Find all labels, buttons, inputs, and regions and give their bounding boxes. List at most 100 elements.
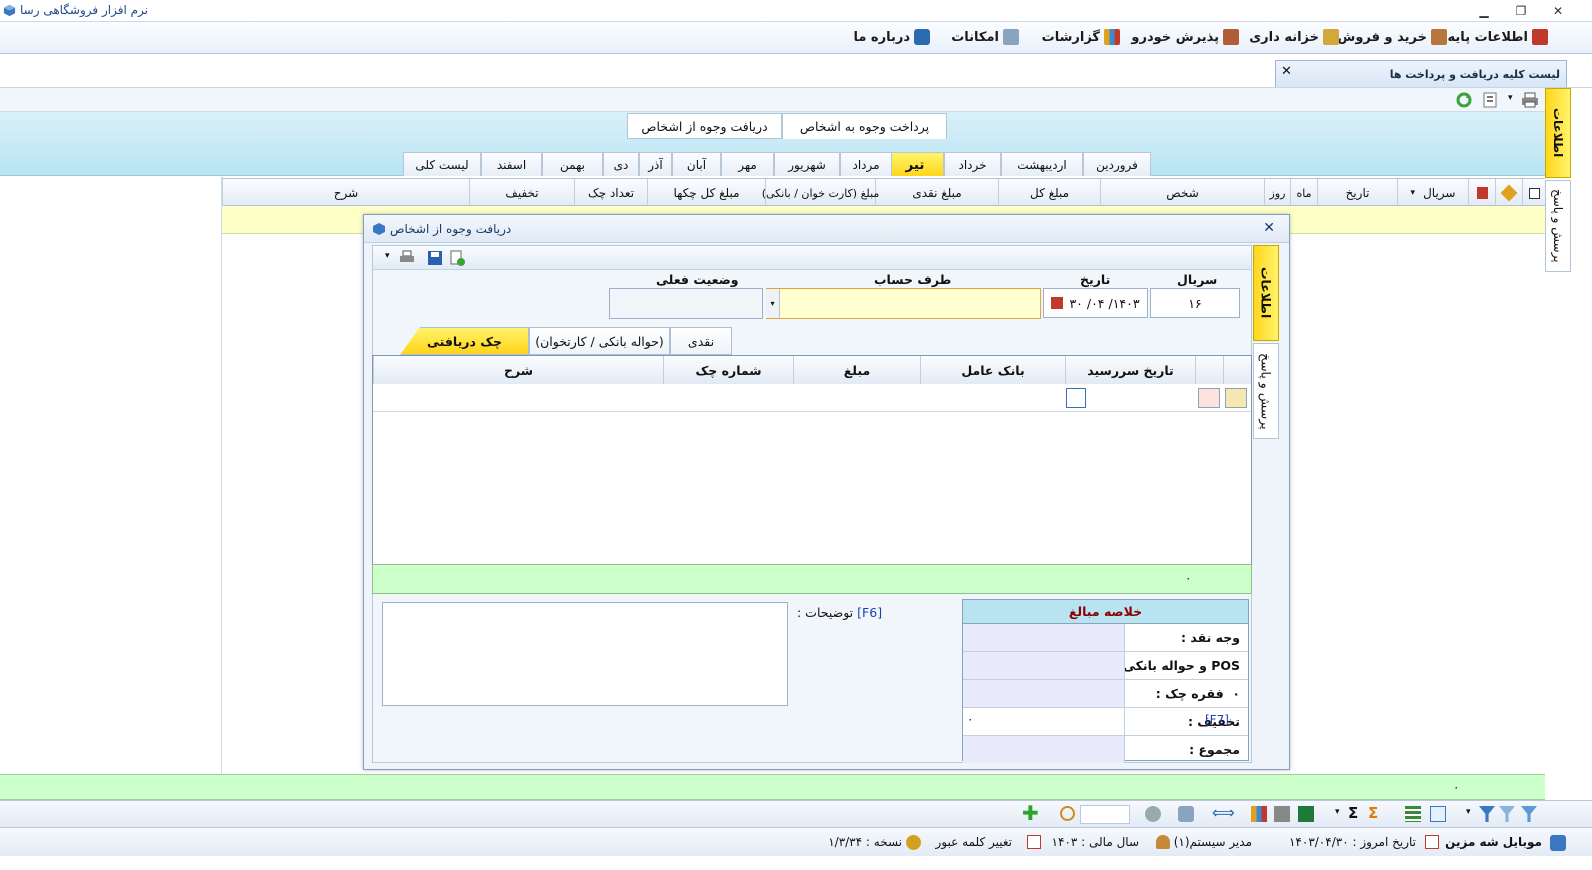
col-month[interactable]: ماه	[1290, 179, 1317, 207]
filter-dropdown-icon[interactable]: ▾	[1466, 807, 1471, 817]
doc-tab-close-icon[interactable]: ✕	[1281, 64, 1292, 79]
tab-month-10[interactable]: دی	[603, 152, 639, 176]
user-icon	[1156, 835, 1170, 849]
menu-bar: اطلاعات پایه خرید و فروش خزانه داری پذیر…	[0, 22, 1592, 54]
col-due-date[interactable]: تاریخ سررسید	[1065, 356, 1195, 384]
menu-buy-sell[interactable]: خرید و فروش	[1337, 29, 1447, 45]
columns-icon[interactable]	[1430, 806, 1446, 822]
segment-receive[interactable]: دریافت وجوه از اشخاص	[627, 113, 782, 139]
calendar-icon[interactable]	[1051, 297, 1064, 309]
tab-month-12[interactable]: اسفند	[481, 152, 542, 176]
select-all-checkbox[interactable]	[1522, 179, 1545, 207]
notes-textarea[interactable]	[382, 602, 788, 706]
tab-month-11[interactable]: بهمن	[542, 152, 603, 176]
tab-month-5[interactable]: مرداد	[840, 152, 892, 176]
save-icon[interactable]	[427, 250, 443, 266]
sum-icon[interactable]: Σ	[1348, 804, 1358, 822]
col-description[interactable]: شرح	[222, 179, 469, 207]
col-bank[interactable]: مبلغ (کارت خوان / بانکی)	[762, 179, 879, 207]
col-amount[interactable]: مبلغ	[793, 356, 920, 384]
doc-tab-receipts-list[interactable]: لیست کلیه دریافت و پرداخت ها ✕	[1275, 60, 1567, 87]
serial-input[interactable]: ۱۶	[1150, 288, 1240, 318]
refresh-icon[interactable]	[1455, 92, 1473, 108]
check-input-row[interactable]	[373, 384, 1251, 412]
dialog-side-tab-qa[interactable]: پرسش و پاسخ	[1253, 343, 1279, 439]
date-input[interactable]: ۱۴۰۳/ ۰۴/ ۳۰	[1043, 288, 1148, 318]
menu-base-info[interactable]: اطلاعات پایه	[1448, 29, 1548, 45]
print-icon[interactable]	[1274, 806, 1290, 822]
side-tab-qa[interactable]: پرسش و پاسخ	[1545, 180, 1571, 272]
filter-clear-icon[interactable]	[1499, 806, 1515, 822]
col-date[interactable]: تاریخ	[1317, 179, 1397, 207]
tab-month-1[interactable]: فروردین	[1083, 152, 1151, 176]
today-value: ۱۴۰۳/۰۴/۳۰	[1288, 835, 1349, 849]
menu-about[interactable]: درباره ما	[853, 29, 930, 45]
menu-reports[interactable]: گزارشات	[1042, 29, 1120, 45]
col-check-count[interactable]: تعداد چک	[574, 179, 647, 207]
print-dropdown-icon[interactable]: ▾	[1508, 93, 1513, 103]
side-tab-info[interactable]: اطلاعات	[1545, 88, 1571, 178]
col-day[interactable]: روز	[1264, 179, 1290, 207]
col-checks-total[interactable]: مبلغ کل چکها	[647, 179, 765, 207]
key-icon[interactable]	[906, 835, 921, 850]
col-total[interactable]: مبلغ کل	[998, 179, 1100, 207]
tab-month-7[interactable]: مهر	[721, 152, 774, 176]
tab-month-9[interactable]: آذر	[639, 152, 672, 176]
col-check-description[interactable]: شرح	[373, 356, 663, 384]
settings-icon[interactable]	[1145, 806, 1161, 822]
tab-month-2[interactable]: اردیبهشت	[1001, 152, 1083, 176]
col-cash[interactable]: مبلغ نقدی	[875, 179, 998, 207]
menu-treasury[interactable]: خزانه داری	[1249, 29, 1339, 45]
col-person[interactable]: شخص	[1100, 179, 1264, 207]
tab-month-4[interactable]: تیر	[886, 152, 944, 176]
filter-icon[interactable]	[1521, 806, 1537, 822]
col-discount[interactable]: تخفیف	[469, 179, 574, 207]
party-input[interactable]	[766, 288, 1041, 319]
row-edit-icon[interactable]	[1225, 388, 1247, 408]
edit-icon[interactable]	[1223, 356, 1251, 384]
due-date-calendar-icon[interactable]	[1066, 388, 1086, 408]
edit-icon[interactable]	[1495, 179, 1522, 207]
dialog-close-icon[interactable]: ✕	[1263, 220, 1275, 236]
tab-month-3[interactable]: خرداد	[944, 152, 1001, 176]
tab-checks[interactable]: چک دریافتی	[400, 327, 529, 355]
print-icon[interactable]	[1521, 92, 1539, 108]
tools-icon[interactable]	[1178, 806, 1194, 822]
delete-icon[interactable]	[1468, 179, 1495, 207]
print-icon[interactable]	[399, 250, 415, 266]
row-delete-icon[interactable]	[1198, 388, 1220, 408]
tab-all-list[interactable]: لیست کلی	[403, 152, 481, 176]
sum-orange-icon[interactable]: Σ	[1368, 804, 1378, 822]
search-input[interactable]	[1080, 805, 1130, 824]
col-check-number[interactable]: شماره چک	[663, 356, 793, 384]
party-dropdown-icon[interactable]: ▾	[766, 289, 780, 318]
segment-pay[interactable]: پرداخت وجوه به اشخاص	[782, 113, 947, 139]
tab-month-8[interactable]: آبان	[672, 152, 721, 176]
print-dropdown-icon[interactable]: ▾	[385, 251, 390, 261]
sum-dropdown-icon[interactable]: ▾	[1335, 807, 1340, 817]
chart-icon[interactable]	[1251, 806, 1267, 822]
export-icon[interactable]	[1482, 92, 1500, 108]
add-icon[interactable]: ✚	[1022, 801, 1039, 825]
col-bank-name[interactable]: بانک عامل	[920, 356, 1065, 384]
change-password-link[interactable]: تغییر کلمه عبور	[936, 835, 1012, 849]
delete-icon[interactable]	[1195, 356, 1223, 384]
filter-options-icon[interactable]	[1479, 806, 1495, 822]
menu-car-reception[interactable]: پذیرش خودرو	[1131, 29, 1239, 45]
summary-discount-input[interactable]: ۰	[963, 708, 1125, 735]
restore-button[interactable]: ❐	[1507, 2, 1535, 20]
right-sidebar: اطلاعات پرسش و پاسخ	[1545, 88, 1592, 828]
dialog-side-tab-info[interactable]: اطلاعات	[1253, 245, 1279, 341]
tab-month-6[interactable]: شهریور	[774, 152, 840, 176]
minimize-button[interactable]: ▁	[1470, 2, 1498, 20]
tab-bank-pos[interactable]: (حواله بانکی / کارتخوان)	[529, 327, 670, 355]
search-icon[interactable]	[1060, 806, 1075, 821]
tab-cash[interactable]: نقدی	[670, 327, 732, 355]
close-button[interactable]: ✕	[1544, 2, 1572, 20]
menu-tools[interactable]: امکانات	[951, 29, 1019, 45]
excel-icon[interactable]	[1298, 806, 1314, 822]
new-doc-icon[interactable]	[449, 250, 465, 266]
col-serial[interactable]: سریال ▾	[1397, 179, 1468, 207]
resize-columns-icon[interactable]: ⟺	[1212, 803, 1235, 822]
rows-icon[interactable]	[1405, 806, 1421, 822]
